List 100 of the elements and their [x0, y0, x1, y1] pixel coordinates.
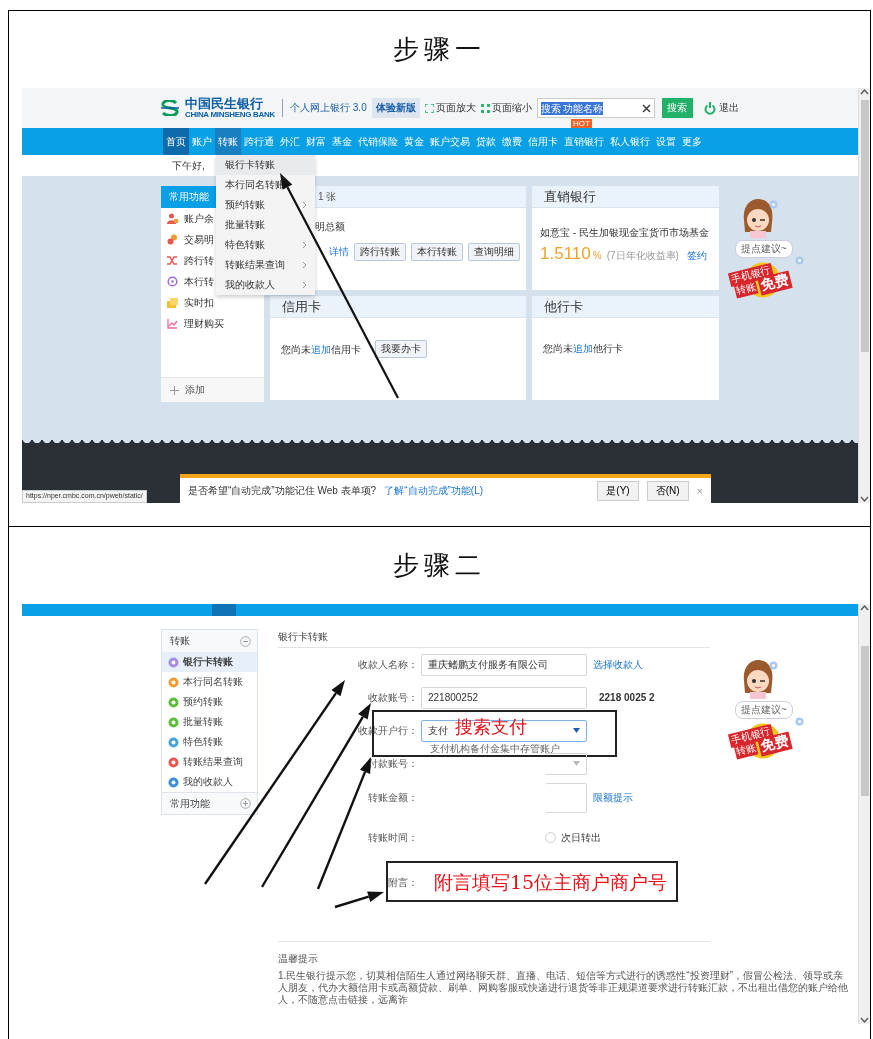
dropdown-item[interactable]: 特色转账	[216, 235, 315, 255]
plus-icon	[170, 385, 179, 395]
empty-message: 您尚未追加他行卡	[543, 342, 623, 356]
menu-item[interactable]: 批量转账	[162, 712, 257, 732]
field-label: 转账时间：	[367, 830, 418, 845]
refresh-icon	[167, 276, 178, 287]
panel-title: 常用功能	[169, 190, 209, 204]
scroll-up-icon[interactable]	[860, 604, 869, 612]
scroll-up-icon[interactable]	[860, 88, 869, 96]
account-select-field[interactable]	[545, 752, 587, 775]
shuffle-icon	[167, 255, 178, 266]
card-title: 信用卡	[282, 297, 321, 316]
menu-item[interactable]: 本行同名转账	[162, 672, 257, 692]
chevron-right-icon	[302, 261, 307, 269]
step-caption: 步骤一	[393, 33, 486, 66]
empty-message: 您尚未追加信用卡	[281, 343, 361, 357]
menu-item[interactable]: 银行卡转账	[162, 652, 257, 672]
tips-title: 温馨提示	[278, 953, 318, 964]
select-payee-link[interactable]: 选择收款人	[593, 657, 643, 672]
shortcut-item[interactable]: 理财购买	[161, 313, 264, 334]
zoom-out-link[interactable]: 页面缩小	[480, 101, 532, 115]
feedback-bubble[interactable]: 提点建议~	[735, 240, 793, 258]
field-label: 转账金额：	[367, 790, 418, 805]
logout-link[interactable]: 退出	[703, 101, 739, 115]
dot-icon	[769, 661, 778, 670]
circle-icon	[168, 716, 179, 728]
cartoon-avatar	[741, 198, 775, 238]
dropdown-item[interactable]: 我的收款人	[216, 275, 315, 295]
menu-group-header[interactable]: 转账	[162, 630, 257, 652]
expand-icon[interactable]	[240, 798, 251, 809]
card-title: 1 张	[318, 189, 337, 204]
group-title: 转账	[170, 634, 190, 648]
circle-icon	[168, 656, 179, 668]
scroll-thumb[interactable]	[860, 100, 869, 352]
menu-item[interactable]: 转账结果查询	[162, 752, 257, 772]
add-shortcut-button[interactable]: 添加	[161, 377, 264, 402]
product-name: 个人网上银行 3.0	[290, 101, 367, 115]
promo-badge[interactable]: 手机银行 转账 免费	[727, 260, 793, 300]
select-hint: 支付机构备付金集中存管账户	[430, 742, 560, 756]
circle-icon	[168, 676, 179, 688]
details-link[interactable]: 详情	[329, 245, 349, 259]
field-label: 附言：	[387, 875, 418, 890]
promo-badge[interactable]: 手机银行 转账 免费	[727, 721, 793, 761]
dot-icon	[795, 256, 804, 265]
caret-down-icon	[573, 761, 580, 766]
dropdown-item[interactable]: 银行卡转账	[216, 155, 315, 175]
card-title: 直销银行	[544, 187, 596, 206]
dropdown-item[interactable]: 批量转账	[216, 215, 315, 235]
scrollbar[interactable]	[858, 604, 870, 1024]
add-link[interactable]: 追加	[573, 343, 593, 354]
hot-badge: HOT	[571, 119, 592, 128]
circle-icon	[168, 736, 179, 748]
scroll-down-icon[interactable]	[860, 495, 869, 503]
dropdown-item[interactable]: 转账结果查询	[216, 255, 315, 275]
amount-field[interactable]	[545, 782, 587, 813]
scroll-thumb[interactable]	[860, 646, 869, 796]
action-button[interactable]: 跨行转账	[354, 243, 406, 261]
scroll-down-icon[interactable]	[860, 1016, 869, 1024]
text-field[interactable]: 221800252	[421, 686, 587, 709]
dropdown-item[interactable]: 预约转账	[216, 195, 315, 215]
expand-icon	[424, 103, 434, 113]
menu-item[interactable]: 我的收款人	[162, 772, 257, 792]
nav-item[interactable]: 首页	[163, 128, 189, 155]
search-field[interactable]: 搜索 功能名称	[536, 98, 655, 118]
grid-icon	[480, 103, 490, 113]
chevron-right-icon	[302, 201, 307, 209]
text-field[interactable]: 重庆鳍鹏支付服务有限公司	[421, 653, 587, 676]
apply-card-button[interactable]: 我要办卡	[375, 340, 427, 358]
zoom-in-link[interactable]: 页面放大	[424, 101, 476, 115]
cartoon-avatar	[741, 659, 775, 699]
trial-version-button[interactable]: 体验新版	[371, 98, 420, 118]
clear-icon[interactable]	[641, 103, 651, 113]
person-icon	[167, 213, 178, 224]
nav-item[interactable]: 转账	[215, 128, 241, 155]
menu-group-header[interactable]: 常用功能	[162, 792, 257, 814]
menu-item[interactable]: 预约转账	[162, 692, 257, 712]
scrollbar[interactable]	[858, 88, 870, 503]
tips-text: 1.民生银行提示您，切莫相信陌生人通过网络聊天群、直播、电话、短信等方式进行的诱惑性“投资理财”，假冒公检法、领导或亲人朋友，代办大额信用卡或高额贷款、刷单、网购客服或快递进行退货等非正规渠道要求进行转账汇款，不出租出借您的账户给他人，不随意点击链接，远离诈	[278, 970, 849, 1006]
caret-down-icon	[573, 728, 580, 733]
group-title: 常用功能	[170, 796, 210, 811]
prompt-button[interactable]: 是(Y)	[597, 480, 639, 501]
card-title: 他行卡	[544, 297, 583, 316]
limit-tip-link[interactable]: 限额提示	[593, 790, 633, 805]
add-link[interactable]: 追加	[311, 344, 331, 355]
action-button[interactable]: 查询明细	[468, 243, 520, 261]
shortcut-item[interactable]: 实时扣	[161, 292, 264, 313]
learn-more-link[interactable]: 了解“自动完成”功能(L)	[384, 483, 484, 498]
chart-icon	[167, 318, 178, 329]
next-day-radio[interactable]: 次日转出	[545, 830, 601, 845]
menu-item[interactable]: 特色转账	[162, 732, 257, 752]
feedback-bubble[interactable]: 提点建议~	[735, 701, 793, 719]
yield-note: (7日年化收益率)	[606, 249, 679, 263]
prompt-button[interactable]: 否(N)	[646, 480, 689, 501]
form-title: 银行卡转账	[278, 629, 328, 644]
circle-icon	[168, 776, 179, 788]
sign-link[interactable]: 签约	[686, 249, 707, 263]
collapse-icon[interactable]	[240, 635, 251, 647]
power-icon	[703, 101, 716, 115]
bank-name-english: CHINA MINSHENG BANK	[185, 111, 275, 119]
action-button[interactable]: 本行转账	[411, 243, 463, 261]
